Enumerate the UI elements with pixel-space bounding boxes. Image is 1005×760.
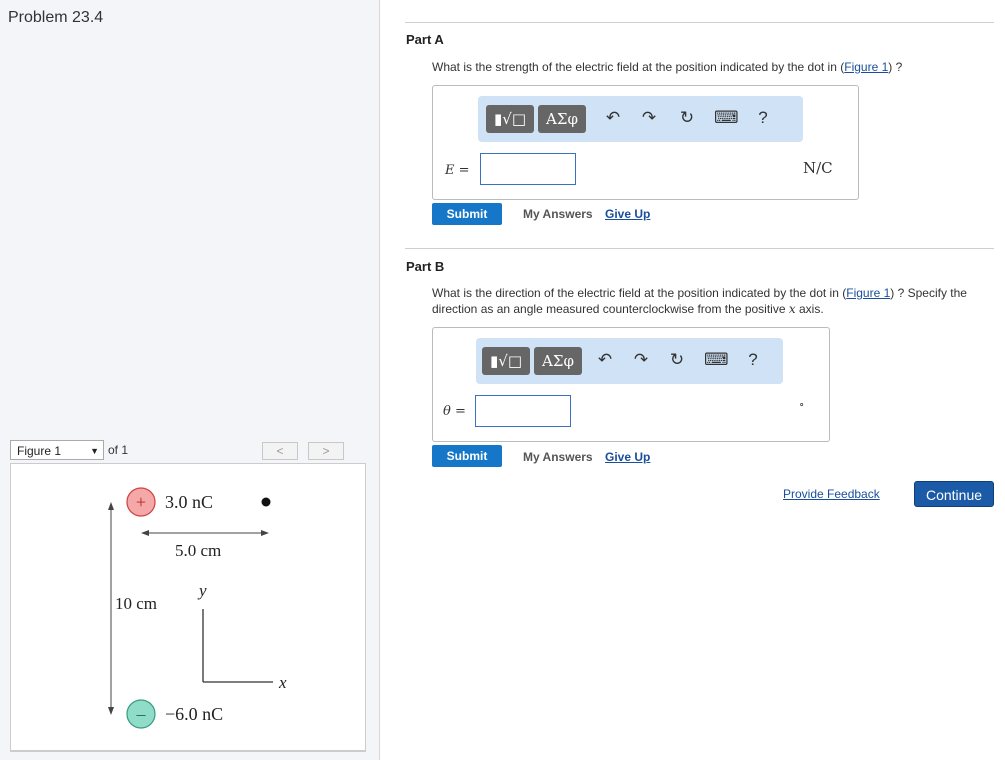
provide-feedback-link[interactable]: Provide Feedback	[783, 487, 880, 501]
chevron-down-icon: ▼	[90, 446, 99, 456]
spacing-label: 5.0 cm	[175, 541, 221, 560]
templates-button[interactable]: ▮√□	[482, 347, 530, 375]
field-point-dot	[261, 497, 271, 507]
part-b-variable-label: θ =	[443, 404, 466, 419]
part-b-submit-button[interactable]: Submit	[432, 445, 502, 467]
positive-sign: +	[136, 492, 146, 512]
help-button[interactable]: ?	[742, 350, 764, 370]
part-a-give-up-link[interactable]: Give Up	[605, 207, 650, 221]
help-button[interactable]: ?	[752, 108, 774, 128]
symbols-button[interactable]: ΑΣφ	[538, 105, 586, 133]
undo-icon[interactable]: ↶	[602, 108, 624, 128]
part-a-my-answers-link[interactable]: My Answers	[523, 207, 593, 221]
part-b-answer-box: ▮√□ ΑΣφ ↶ ↷ ↻ ⌨ ? θ = ∘	[432, 327, 830, 442]
figure-count: of 1	[108, 443, 129, 457]
arrow-right-icon	[261, 530, 269, 536]
part-a-math-toolbar: ▮√□ ΑΣφ ↶ ↷ ↻ ⌨ ?	[478, 96, 803, 142]
height-label: 10 cm	[115, 594, 157, 613]
next-figure-button[interactable]: >	[308, 442, 344, 460]
x-axis-label: x	[278, 673, 287, 692]
part-a-unit: N/C	[803, 159, 833, 177]
figure-area: 10 cm + 3.0 nC 5.0 cm y x – −6.0 nC	[10, 463, 366, 751]
part-a-divider	[405, 22, 994, 23]
redo-icon[interactable]: ↷	[638, 108, 660, 128]
part-b-question-text: What is the direction of the electric fi…	[432, 286, 847, 300]
arrow-left-icon	[141, 530, 149, 536]
reset-icon[interactable]: ↻	[666, 350, 688, 370]
part-a-answer-box: ▮√□ ΑΣφ ↶ ↷ ↻ ⌨ ? E = N/C	[432, 85, 859, 200]
problem-pane: Problem 23.4 Figure 1 ▼ of 1 < > 10 cm +…	[0, 0, 380, 760]
part-a-variable-label: E =	[445, 163, 470, 178]
negative-sign: –	[136, 704, 147, 724]
part-b-math-toolbar: ▮√□ ΑΣφ ↶ ↷ ↻ ⌨ ?	[476, 338, 783, 384]
part-b-question: What is the direction of the electric fi…	[432, 285, 997, 317]
redo-icon[interactable]: ↷	[630, 350, 652, 370]
part-a-question: What is the strength of the electric fie…	[432, 59, 997, 75]
part-b-question-end: axis.	[795, 302, 824, 316]
positive-charge-label: 3.0 nC	[165, 492, 213, 512]
undo-icon[interactable]: ↶	[594, 350, 616, 370]
keyboard-icon[interactable]: ⌨	[704, 350, 729, 370]
problem-title: Problem 23.4	[8, 9, 104, 26]
templates-button[interactable]: ▮√□	[486, 105, 534, 133]
part-a-title: Part A	[406, 32, 444, 47]
figure-bottom-divider	[10, 751, 366, 752]
figure-diagram: 10 cm + 3.0 nC 5.0 cm y x – −6.0 nC	[108, 487, 287, 729]
part-b-answer-input[interactable]	[475, 395, 571, 427]
part-b-my-answers-link[interactable]: My Answers	[523, 450, 593, 464]
part-a-question-text: What is the strength of the electric fie…	[432, 60, 845, 74]
part-b-question-var: x	[788, 302, 796, 316]
arrow-down-icon	[108, 707, 114, 715]
figure-select-label: Figure 1	[17, 444, 62, 458]
continue-button[interactable]: Continue	[914, 481, 994, 507]
part-a-figure-link[interactable]: Figure 1	[844, 60, 888, 74]
prev-figure-button[interactable]: <	[262, 442, 298, 460]
part-a-question-suffix: ) ?	[888, 60, 903, 74]
part-b-unit: ∘	[799, 398, 805, 411]
part-a-submit-button[interactable]: Submit	[432, 203, 502, 225]
y-axis-label: y	[197, 581, 207, 600]
arrow-up-icon	[108, 502, 114, 510]
part-b-give-up-link[interactable]: Give Up	[605, 450, 650, 464]
part-b-divider	[405, 248, 994, 249]
figure-select[interactable]: Figure 1 ▼	[10, 440, 104, 460]
part-b-figure-link[interactable]: Figure 1	[846, 286, 890, 300]
negative-charge-label: −6.0 nC	[165, 704, 223, 724]
part-b-title: Part B	[406, 259, 445, 274]
part-a-answer-input[interactable]	[480, 153, 576, 185]
figure-toolbar: Figure 1 ▼ of 1 < >	[10, 440, 366, 462]
keyboard-icon[interactable]: ⌨	[714, 108, 739, 128]
symbols-button[interactable]: ΑΣφ	[534, 347, 582, 375]
reset-icon[interactable]: ↻	[676, 108, 698, 128]
